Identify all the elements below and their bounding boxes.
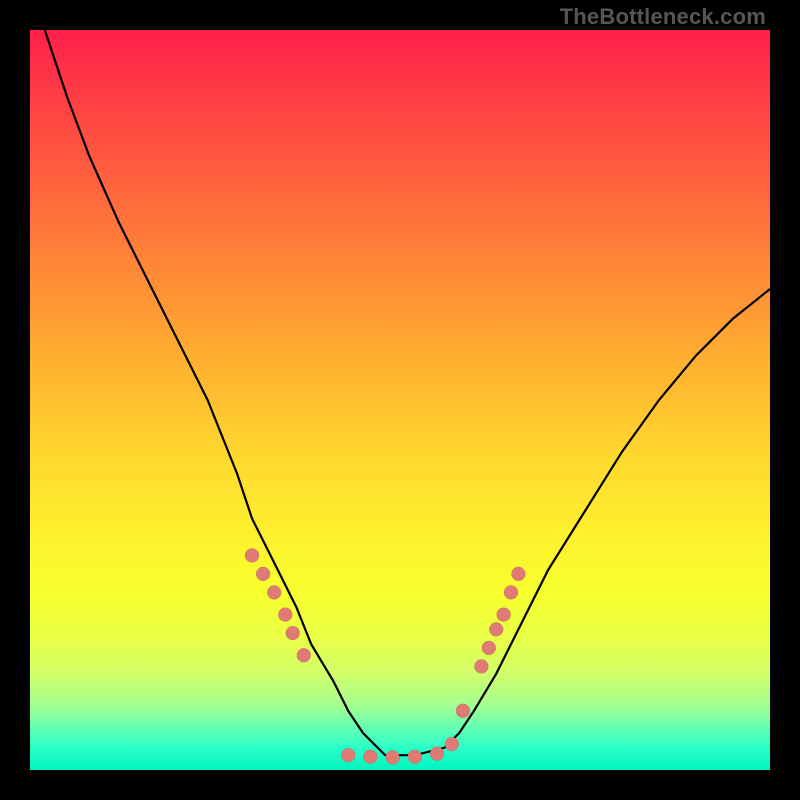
highlight-dot [408,750,422,764]
highlight-dot [363,750,377,764]
bottleneck-curve [45,30,770,755]
highlight-dot [278,608,292,622]
highlight-dot [286,626,300,640]
highlight-dot [511,567,525,581]
highlight-dot [267,585,281,599]
highlight-dot [456,704,470,718]
highlight-dot [474,659,488,673]
highlight-dots-group [245,548,525,764]
highlight-dot [297,648,311,662]
highlight-dot [445,737,459,751]
highlight-dot [386,750,400,764]
highlight-dot [482,641,496,655]
watermark-text: TheBottleneck.com [560,4,766,30]
highlight-dot [497,608,511,622]
highlight-dot [256,567,270,581]
highlight-dot [489,622,503,636]
highlight-dot [430,747,444,761]
chart-frame: TheBottleneck.com [0,0,800,800]
chart-overlay [30,30,770,770]
highlight-dot [245,548,259,562]
highlight-dot [504,585,518,599]
highlight-dot [341,748,355,762]
